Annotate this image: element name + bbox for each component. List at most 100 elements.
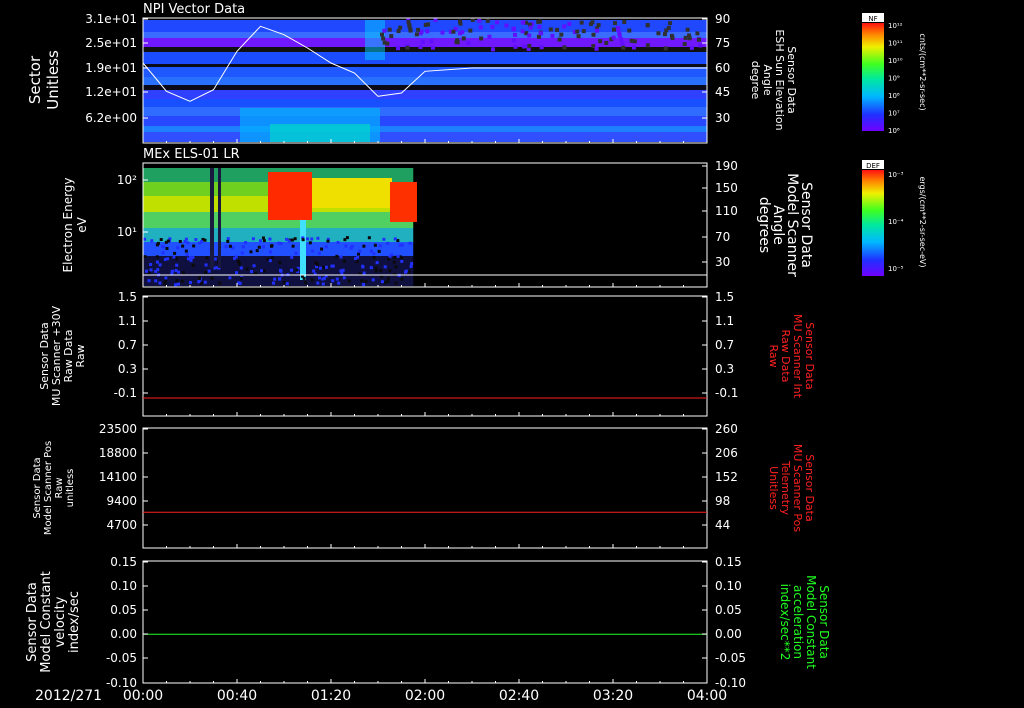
els-speckle: [400, 259, 404, 263]
els-speckle: [404, 269, 408, 273]
els-speckle: [357, 252, 361, 256]
els-hot-region: [390, 182, 417, 222]
npi-speckle: [687, 36, 692, 41]
els-speckle: [188, 255, 192, 259]
els-panel: MEx ELS-01 LR 10² 10¹ 190 150 110 70 30 Elect…: [61, 147, 814, 288]
npi-speckle: [490, 24, 495, 29]
npi-speckle: [698, 43, 703, 48]
els-speckle: [251, 237, 255, 241]
npi-speckle: [629, 38, 634, 43]
npi-speckle: [596, 23, 601, 28]
els-speckle: [372, 252, 376, 256]
vel-right-tick-label: -0.05: [715, 651, 746, 665]
els-speckle: [347, 279, 351, 283]
els-speckle: [249, 250, 253, 254]
els-speckle: [176, 282, 180, 286]
els-speckle: [278, 277, 282, 281]
vel-y2label-2: Model Constant: [804, 575, 818, 669]
npi-speckle: [440, 30, 445, 35]
els-speckle: [400, 277, 404, 281]
npi-row: [143, 126, 707, 132]
els-speckle: [379, 269, 383, 273]
els-speckle: [393, 255, 397, 259]
pos-panel: 23500 18800 14100 9400 4700 260 206 152 98 44 Se…: [32, 422, 816, 549]
npi-speckle: [557, 37, 562, 42]
els-title: MEx ELS-01 LR: [143, 147, 240, 162]
npi-speckle: [621, 45, 626, 50]
npi-speckle: [616, 28, 621, 33]
npi-speckle: [576, 34, 581, 39]
pos-right-tick-label: 206: [715, 446, 738, 460]
nf-colorbar-tick: 10⁹: [888, 75, 900, 83]
pos-left-tick-label: 23500: [99, 422, 137, 436]
npi-speckle: [562, 45, 567, 50]
npi-row: [143, 52, 707, 64]
els-speckle: [324, 265, 328, 269]
els-speckle: [161, 251, 165, 255]
els-left-tick-label: 10¹: [117, 225, 137, 239]
time-tick-label: 02:40: [499, 688, 539, 704]
time-tick-label: 04:00: [687, 688, 727, 704]
time-axis-date: 2012/271: [35, 688, 102, 704]
vel-left-tick-label: 0.15: [110, 555, 137, 569]
els-speckle: [170, 270, 174, 274]
els-spike: [300, 220, 306, 280]
nf-colorbar-tick: 10¹²: [888, 22, 903, 30]
npi-speckle: [579, 20, 584, 25]
plot-canvas: NPI Vector Data 3.1e+01 2.5e+01 1.9e+01 1.2…: [25, 2, 927, 704]
els-speckle: [322, 276, 326, 280]
els-speckle: [181, 271, 185, 275]
els-speckle: [180, 279, 184, 283]
npi-speckle: [495, 20, 500, 25]
npi-speckle: [504, 23, 509, 28]
npi-row: [143, 85, 707, 90]
els-speckle: [277, 241, 281, 245]
mu-raw-right-tick-label: 0.3: [715, 362, 734, 376]
els-speckle: [226, 239, 230, 243]
els-speckle: [226, 237, 230, 241]
npi-left-tick-label: 3.1e+01: [85, 12, 137, 26]
npi-speckle: [695, 31, 700, 36]
npi-speckle: [611, 35, 616, 40]
els-speckle: [185, 253, 189, 257]
pos-right-tick-label: 152: [715, 470, 738, 484]
els-speckle: [257, 245, 261, 249]
els-speckle: [204, 271, 208, 275]
nf-colorbar-tick: 10⁸: [888, 92, 900, 100]
els-speckle: [205, 256, 209, 260]
els-speckle: [237, 259, 241, 263]
npi-speckle: [685, 27, 690, 32]
els-ylabel-2: eV: [75, 216, 89, 232]
pos-ylabel-2: Model Scanner Pos: [43, 441, 54, 535]
vel-right-tick-label: 0.00: [715, 627, 742, 641]
els-right-tick-label: 70: [715, 230, 730, 244]
els-speckle: [377, 249, 381, 253]
els-speckle: [407, 270, 411, 274]
els-speckle: [295, 268, 299, 272]
npi-row: [143, 116, 707, 126]
pos-ylabel-4: unitless: [65, 469, 76, 508]
npi-speckle: [385, 41, 390, 46]
mu-raw-left-tick-label: 1.5: [118, 290, 137, 304]
els-warm-region: [312, 178, 392, 208]
els-speckle: [293, 237, 297, 241]
time-tick-label: 01:20: [311, 688, 351, 704]
time-tick-label: 02:00: [405, 688, 445, 704]
els-speckle: [409, 264, 413, 268]
els-speckle: [241, 245, 245, 249]
els-speckle: [355, 260, 359, 264]
els-speckle: [163, 282, 167, 286]
els-speckle: [147, 279, 151, 283]
npi-row: [143, 77, 707, 85]
els-speckle: [394, 265, 398, 269]
npi-speckle: [527, 43, 532, 48]
npi-speckle: [537, 24, 542, 29]
npi-left-tick-label: 6.2e+00: [85, 111, 137, 125]
npi-speckle: [682, 42, 687, 47]
els-speckle: [410, 262, 414, 266]
els-speckle: [372, 256, 376, 260]
els-speckle: [301, 238, 305, 242]
els-speckle: [336, 240, 340, 244]
els-left-tick-label: 10²: [117, 173, 137, 187]
els-speckle: [360, 279, 364, 283]
